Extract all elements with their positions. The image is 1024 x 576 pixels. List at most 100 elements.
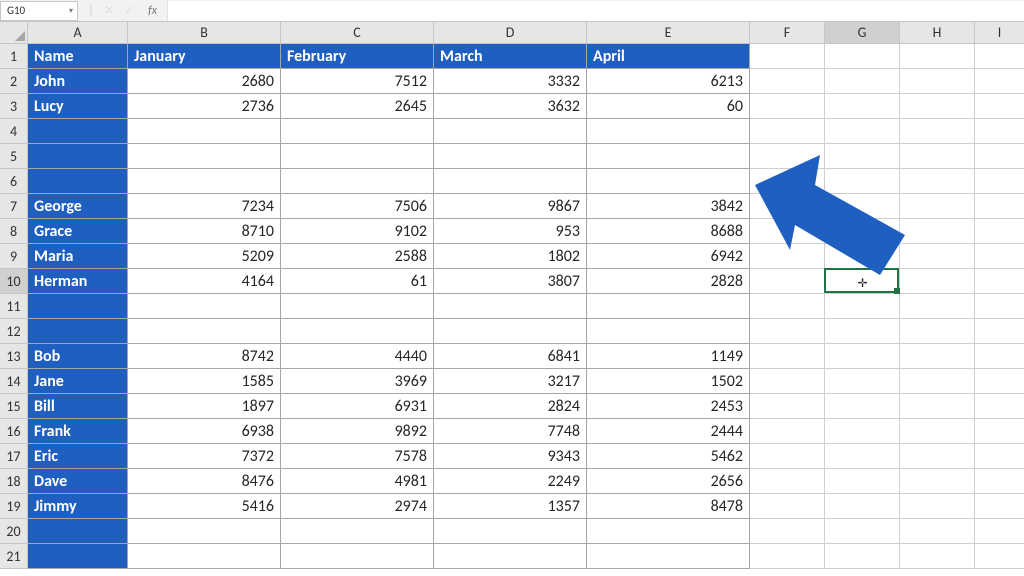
cell-C19[interactable]: 2974 (281, 494, 434, 519)
row-header-12[interactable]: 12 (0, 319, 28, 344)
cell-C20[interactable] (281, 519, 434, 544)
cell-H6[interactable] (900, 169, 975, 194)
fx-icon[interactable]: fx (144, 4, 157, 18)
cell-A14[interactable]: Jane (28, 369, 128, 394)
cell-F5[interactable] (750, 144, 825, 169)
cell-G18[interactable] (825, 469, 900, 494)
cell-C16[interactable]: 9892 (281, 419, 434, 444)
cell-G17[interactable] (825, 444, 900, 469)
cell-B14[interactable]: 1585 (128, 369, 281, 394)
cell-F19[interactable] (750, 494, 825, 519)
cell-H8[interactable] (900, 219, 975, 244)
cell-B15[interactable]: 1897 (128, 394, 281, 419)
cell-I1[interactable] (975, 44, 1024, 69)
cell-I10[interactable] (975, 269, 1024, 294)
cell-A12[interactable] (28, 319, 128, 344)
cell-B10[interactable]: 4164 (128, 269, 281, 294)
row-header-7[interactable]: 7 (0, 194, 28, 219)
cell-I8[interactable] (975, 219, 1024, 244)
cell-F1[interactable] (750, 44, 825, 69)
cell-G9[interactable] (825, 244, 900, 269)
cell-I21[interactable] (975, 544, 1024, 569)
col-header-F[interactable]: F (750, 22, 825, 44)
cell-H7[interactable] (900, 194, 975, 219)
cell-C9[interactable]: 2588 (281, 244, 434, 269)
cell-E8[interactable]: 8688 (587, 219, 750, 244)
cell-C21[interactable] (281, 544, 434, 569)
cell-F6[interactable] (750, 169, 825, 194)
cell-D21[interactable] (434, 544, 587, 569)
cell-C8[interactable]: 9102 (281, 219, 434, 244)
cell-I16[interactable] (975, 419, 1024, 444)
col-header-A[interactable]: A (28, 22, 128, 44)
cell-D1[interactable]: March (434, 44, 587, 69)
row-header-21[interactable]: 21 (0, 544, 28, 569)
row-header-19[interactable]: 19 (0, 494, 28, 519)
cell-G3[interactable] (825, 94, 900, 119)
cell-C11[interactable] (281, 294, 434, 319)
cell-C12[interactable] (281, 319, 434, 344)
cell-B12[interactable] (128, 319, 281, 344)
col-header-E[interactable]: E (587, 22, 750, 44)
spreadsheet-grid[interactable]: 123456789101112131415161718192021 ABCDEF… (0, 22, 1024, 576)
cell-B19[interactable]: 5416 (128, 494, 281, 519)
cell-I14[interactable] (975, 369, 1024, 394)
cell-G5[interactable] (825, 144, 900, 169)
cell-I13[interactable] (975, 344, 1024, 369)
cell-F13[interactable] (750, 344, 825, 369)
cell-D8[interactable]: 953 (434, 219, 587, 244)
cell-C10[interactable]: 61 (281, 269, 434, 294)
row-header-11[interactable]: 11 (0, 294, 28, 319)
cell-E12[interactable] (587, 319, 750, 344)
cell-E10[interactable]: 2828 (587, 269, 750, 294)
cell-H20[interactable] (900, 519, 975, 544)
cell-I3[interactable] (975, 94, 1024, 119)
row-header-2[interactable]: 2 (0, 69, 28, 94)
cell-A5[interactable] (28, 144, 128, 169)
cell-D10[interactable]: 3807 (434, 269, 587, 294)
cell-F17[interactable] (750, 444, 825, 469)
row-header-10[interactable]: 10 (0, 269, 28, 294)
cell-D12[interactable] (434, 319, 587, 344)
cell-F8[interactable] (750, 219, 825, 244)
cell-H3[interactable] (900, 94, 975, 119)
cell-F15[interactable] (750, 394, 825, 419)
cell-F20[interactable] (750, 519, 825, 544)
cell-D3[interactable]: 3632 (434, 94, 587, 119)
cell-A17[interactable]: Eric (28, 444, 128, 469)
cell-C5[interactable] (281, 144, 434, 169)
cell-H15[interactable] (900, 394, 975, 419)
select-all-corner[interactable] (0, 22, 28, 44)
cell-G1[interactable] (825, 44, 900, 69)
cell-G14[interactable] (825, 369, 900, 394)
cell-C13[interactable]: 4440 (281, 344, 434, 369)
cell-I20[interactable] (975, 519, 1024, 544)
cell-A9[interactable]: Maria (28, 244, 128, 269)
cell-D9[interactable]: 1802 (434, 244, 587, 269)
cell-H21[interactable] (900, 544, 975, 569)
cell-G10[interactable] (825, 269, 900, 294)
cell-H4[interactable] (900, 119, 975, 144)
cell-C4[interactable] (281, 119, 434, 144)
cell-I18[interactable] (975, 469, 1024, 494)
cell-H9[interactable] (900, 244, 975, 269)
cell-B16[interactable]: 6938 (128, 419, 281, 444)
cell-E11[interactable] (587, 294, 750, 319)
cell-F14[interactable] (750, 369, 825, 394)
cell-D14[interactable]: 3217 (434, 369, 587, 394)
cell-E19[interactable]: 8478 (587, 494, 750, 519)
cell-A6[interactable] (28, 169, 128, 194)
cell-E1[interactable]: April (587, 44, 750, 69)
cell-C15[interactable]: 6931 (281, 394, 434, 419)
cell-C3[interactable]: 2645 (281, 94, 434, 119)
cell-A19[interactable]: Jimmy (28, 494, 128, 519)
cell-A21[interactable] (28, 544, 128, 569)
cell-E17[interactable]: 5462 (587, 444, 750, 469)
col-header-D[interactable]: D (434, 22, 587, 44)
cell-A13[interactable]: Bob (28, 344, 128, 369)
cell-F9[interactable] (750, 244, 825, 269)
cell-H16[interactable] (900, 419, 975, 444)
cell-A10[interactable]: Herman (28, 269, 128, 294)
cell-A3[interactable]: Lucy (28, 94, 128, 119)
cell-A16[interactable]: Frank (28, 419, 128, 444)
